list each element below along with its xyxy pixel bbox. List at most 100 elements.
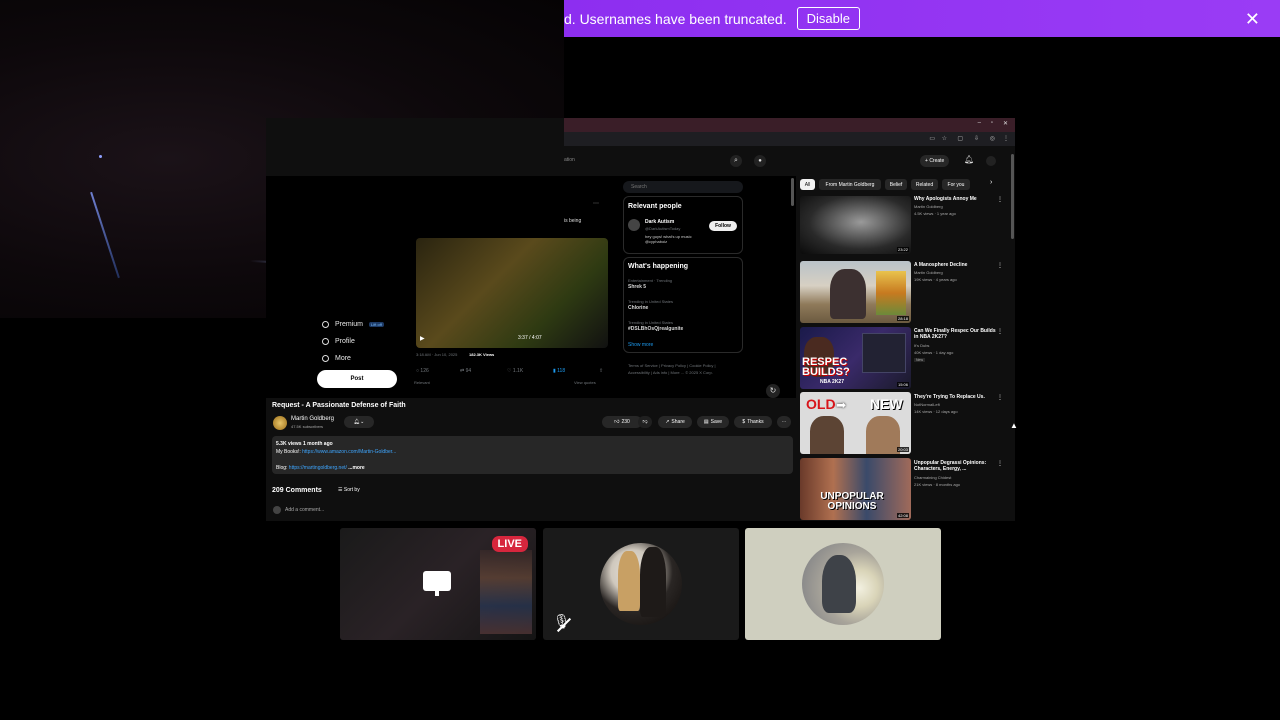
puzzle-icon[interactable]: ▢: [957, 135, 963, 142]
share-button[interactable]: ↗ Share: [658, 416, 692, 428]
trend-name[interactable]: Shrek 5: [628, 284, 646, 290]
save-label: Save: [710, 419, 723, 425]
refresh-icon[interactable]: ↻: [766, 384, 780, 398]
play-icon[interactable]: ▶: [420, 335, 425, 342]
x-search-input[interactable]: Search: [623, 181, 743, 193]
rec-more-icon[interactable]: ⋮: [997, 460, 1003, 467]
maximize-icon[interactable]: ▫: [991, 120, 993, 126]
rec-more-icon[interactable]: ⋮: [997, 262, 1003, 269]
arrow-right-icon: ➡: [836, 398, 847, 412]
blog-link[interactable]: https://martingoldberg.net/: [289, 465, 347, 471]
create-button[interactable]: + Create: [920, 155, 950, 167]
thanks-label: Thanks: [747, 419, 764, 425]
preview-thumbnails: [480, 550, 532, 634]
like-count: 230: [621, 419, 630, 425]
follow-button[interactable]: Follow: [709, 221, 737, 231]
star-icon[interactable]: ☆: [942, 135, 947, 142]
duration: 28:18: [896, 316, 909, 321]
person-figure: [810, 416, 844, 454]
tweet-more-icon[interactable]: ⋯: [593, 200, 599, 207]
sidebar-item-label: Premium: [335, 321, 364, 328]
sidebar-item-more[interactable]: More: [322, 355, 351, 362]
show-more-link[interactable]: Show more: [628, 342, 653, 348]
robot-figure: [822, 555, 856, 613]
thanks-button[interactable]: $ Thanks: [734, 416, 772, 428]
view-quotes[interactable]: View quotes: [574, 380, 596, 385]
share-icon[interactable]: ⇧: [599, 368, 603, 374]
search-suffix: ation: [564, 157, 575, 163]
microphone-icon[interactable]: ●: [754, 155, 766, 167]
bookmark-stat[interactable]: ▮ 118: [553, 368, 565, 374]
rec-thumbnail[interactable]: 28:18: [800, 261, 911, 323]
search-icon[interactable]: ⌕: [730, 155, 742, 167]
sidebar-item-premium[interactable]: Premium Lift off: [322, 321, 384, 328]
menu-icon[interactable]: ⋮: [1003, 135, 1009, 142]
channel-avatar[interactable]: [273, 416, 287, 430]
chip-related[interactable]: Related: [911, 179, 938, 190]
rec-meta: 4.5K views · 1 year ago: [914, 211, 956, 216]
rec-more-icon[interactable]: ⋮: [997, 196, 1003, 203]
account-avatar[interactable]: [986, 156, 996, 166]
chevron-right-icon[interactable]: ›: [990, 179, 992, 186]
participant-tile-avatar[interactable]: [745, 528, 941, 640]
rec-thumbnail[interactable]: UNPOPULAR OPINIONS 42:08: [800, 458, 911, 520]
disable-button[interactable]: Disable: [796, 7, 860, 30]
sort-button[interactable]: ☰ Sort by: [338, 487, 360, 493]
rec-thumbnail[interactable]: RESPEC BUILDS? NBA 2K27 15:06: [800, 327, 911, 389]
save-button[interactable]: ▤ Save: [697, 416, 729, 428]
sidebar-item-profile[interactable]: Profile: [322, 338, 355, 345]
books-link[interactable]: https://www.amazon.com/Martin-Goldber...: [302, 449, 396, 455]
light-dot: [99, 155, 102, 158]
tweet-video[interactable]: [416, 238, 608, 348]
scrollbar-thumb[interactable]: [1011, 154, 1014, 239]
reply-stat[interactable]: ○ 126: [416, 368, 429, 374]
more-icon: [322, 355, 329, 362]
add-comment-input[interactable]: Add a comment...: [285, 507, 324, 513]
channel-name[interactable]: Martin Goldberg: [291, 416, 334, 422]
participant-tile-photo[interactable]: 🎙︎: [543, 528, 739, 640]
rec-title[interactable]: A Manosphere Decline: [914, 262, 996, 268]
sidebar-item-label: More: [335, 355, 351, 362]
rec-more-icon[interactable]: ⋮: [997, 328, 1003, 335]
participant-tile-screenshare[interactable]: LIVE: [340, 528, 536, 640]
relevant-sort[interactable]: Relevant: [414, 380, 430, 385]
rec-channel: Charmaining Chidest: [914, 475, 952, 480]
trend-name[interactable]: #DSLBhOsQjrealgunite: [628, 326, 683, 332]
rec-title[interactable]: Why Apologists Annoy Me: [914, 196, 996, 202]
live-badge: LIVE: [491, 536, 528, 552]
chip-from-channel[interactable]: From Martin Goldberg: [819, 179, 881, 190]
extension-icon[interactable]: ▭: [929, 135, 935, 142]
rec-meta: 19K views · 4 years ago: [914, 277, 957, 282]
more-actions-button[interactable]: ⋯: [777, 416, 791, 428]
rec-more-icon[interactable]: ⋮: [997, 394, 1003, 401]
notifications-icon[interactable]: 🔔︎: [964, 155, 974, 164]
subscribe-bell-button[interactable]: 🔔︎ ⌄: [344, 416, 374, 428]
minimize-icon[interactable]: –: [978, 120, 981, 126]
more-link[interactable]: ...more: [348, 465, 364, 471]
avatar[interactable]: [628, 219, 640, 231]
like-stat[interactable]: ♡ 1.1K: [507, 368, 523, 374]
rec-title[interactable]: Unpopular Degrassi Opinions: Characters,…: [914, 460, 996, 472]
window-close-icon[interactable]: ✕: [1003, 120, 1008, 127]
post-button[interactable]: Post: [317, 370, 397, 388]
new-badge: New: [914, 358, 926, 362]
light-streak: [90, 191, 120, 279]
profile-icon[interactable]: ◎: [990, 135, 995, 142]
trend-name[interactable]: Chlorine: [628, 305, 648, 311]
rec-title[interactable]: Can We Finally Respec Our Builds in NBA …: [914, 328, 996, 340]
scrollbar-thumb[interactable]: [791, 178, 794, 206]
rec-channel: NotNormalLeft: [914, 402, 940, 407]
repost-stat[interactable]: ⇄ 94: [460, 368, 471, 374]
close-icon[interactable]: ✕: [1245, 9, 1260, 30]
download-icon[interactable]: ⇩: [974, 135, 979, 142]
dislike-button[interactable]: 👎︎: [638, 416, 652, 428]
chip-belief[interactable]: Belief: [885, 179, 907, 190]
rec-title[interactable]: They're Trying To Replace Us.: [914, 394, 996, 400]
like-button[interactable]: 👍︎ 230: [602, 416, 642, 428]
rec-thumbnail[interactable]: 23:22: [800, 196, 911, 254]
person-name[interactable]: Dark Autism: [645, 219, 674, 225]
chip-all[interactable]: All: [800, 179, 815, 190]
chip-for-you[interactable]: For you: [942, 179, 970, 190]
video-description[interactable]: 5.3K views 1 month ago My Books!: https:…: [272, 436, 793, 474]
rec-thumbnail[interactable]: OLD ➡ NEW 20:03: [800, 392, 911, 454]
